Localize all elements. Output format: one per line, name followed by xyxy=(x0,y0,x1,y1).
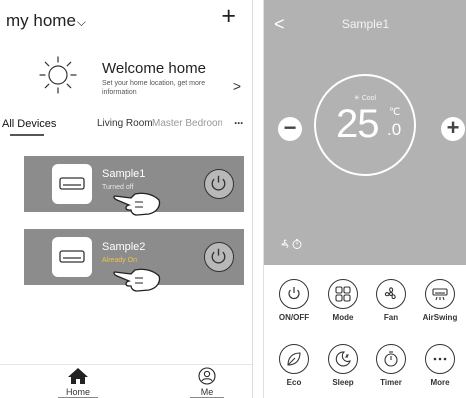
ac-unit-icon xyxy=(52,164,92,204)
bottom-nav: Home Me xyxy=(0,364,252,398)
control-label: Timer xyxy=(380,378,402,387)
sleep-control[interactable]: Sleep xyxy=(321,344,365,387)
nav-home-label: Home xyxy=(58,387,98,398)
sun-icon xyxy=(39,56,77,94)
welcome-banner[interactable]: Welcome home Set your home location, get… xyxy=(0,44,252,108)
tab-living-room[interactable]: Living Room xyxy=(97,118,153,129)
power-button[interactable] xyxy=(204,169,234,199)
chevron-down-icon: ⌵ xyxy=(76,15,87,29)
power-icon xyxy=(279,279,309,309)
airswing-control[interactable]: AirSwing xyxy=(418,279,462,322)
timer-status-icon xyxy=(292,239,302,249)
timer-control[interactable]: Timer xyxy=(369,344,413,387)
fan-icon xyxy=(376,279,406,309)
sleep-icon xyxy=(328,344,358,374)
device-control-screen: < Sample1 − ✳ Cool 25 ℃ .0 + ON/OFF Mode… xyxy=(263,0,466,398)
status-icons xyxy=(280,238,310,253)
nav-home[interactable]: Home xyxy=(58,367,98,398)
add-device-button[interactable]: + xyxy=(221,4,236,29)
temperature-dial: ✳ Cool 25 ℃ .0 xyxy=(314,74,416,176)
control-label: Sleep xyxy=(332,378,354,387)
welcome-title: Welcome home xyxy=(102,60,206,77)
nav-me[interactable]: Me xyxy=(190,367,224,398)
airswing-icon xyxy=(425,279,455,309)
user-icon xyxy=(198,367,216,385)
power-button[interactable] xyxy=(204,242,234,272)
temperature-decimal: .0 xyxy=(387,120,402,139)
tab-all-devices[interactable]: All Devices xyxy=(2,118,56,130)
ac-unit-icon xyxy=(52,237,92,277)
decrease-temp-button[interactable]: − xyxy=(278,117,302,141)
mode-control[interactable]: Mode xyxy=(321,279,365,322)
fan-control[interactable]: Fan xyxy=(369,279,413,322)
home-title: my home xyxy=(6,11,76,30)
device-status: Already On xyxy=(102,257,138,264)
more-icon xyxy=(425,344,455,374)
temperature-unit: ℃ xyxy=(389,107,401,118)
mode-label: ✳ Cool xyxy=(353,95,377,102)
power-icon xyxy=(211,248,226,264)
welcome-subtitle: Set your home location, get more informa… xyxy=(102,80,206,96)
leaf-icon xyxy=(279,344,309,374)
power-icon xyxy=(211,175,226,191)
device-title: Sample1 xyxy=(341,17,390,31)
home-icon xyxy=(68,368,88,384)
tap-hand-icon xyxy=(113,192,161,216)
increase-temp-button[interactable]: + xyxy=(441,117,465,141)
screen: my home⌵ + Welcome home Set your home lo… xyxy=(0,0,466,398)
temperature-panel: < Sample1 − ✳ Cool 25 ℃ .0 + xyxy=(264,0,466,265)
home-selector[interactable]: my home⌵ xyxy=(6,11,86,31)
temperature-value: 25 xyxy=(336,102,379,146)
fan-status-icon xyxy=(281,239,289,248)
room-tabs: All Devices Living Room Master Bedroom ·… xyxy=(0,110,252,138)
control-label: Mode xyxy=(332,313,354,322)
tap-hand-icon xyxy=(113,268,161,292)
onoff-control[interactable]: ON/OFF xyxy=(272,279,316,322)
control-label: AirSwing xyxy=(422,313,458,322)
device-name: Sample1 xyxy=(102,168,146,180)
tab-master-bedroom[interactable]: Master Bedroom xyxy=(152,118,222,129)
eco-control[interactable]: Eco xyxy=(272,344,316,387)
more-tabs-icon[interactable]: ··· xyxy=(234,116,244,130)
home-screen: my home⌵ + Welcome home Set your home lo… xyxy=(0,0,253,398)
control-label: Eco xyxy=(286,378,302,387)
more-control[interactable]: More xyxy=(418,344,462,387)
mode-grid-icon xyxy=(328,279,358,309)
control-label: Fan xyxy=(383,313,399,322)
nav-me-label: Me xyxy=(190,387,224,398)
timer-icon xyxy=(376,344,406,374)
control-label: ON/OFF xyxy=(278,313,310,322)
control-label: More xyxy=(430,378,450,387)
tab-active-indicator xyxy=(10,134,44,136)
chevron-right-icon[interactable]: > xyxy=(233,78,241,94)
device-name: Sample2 xyxy=(102,241,146,253)
